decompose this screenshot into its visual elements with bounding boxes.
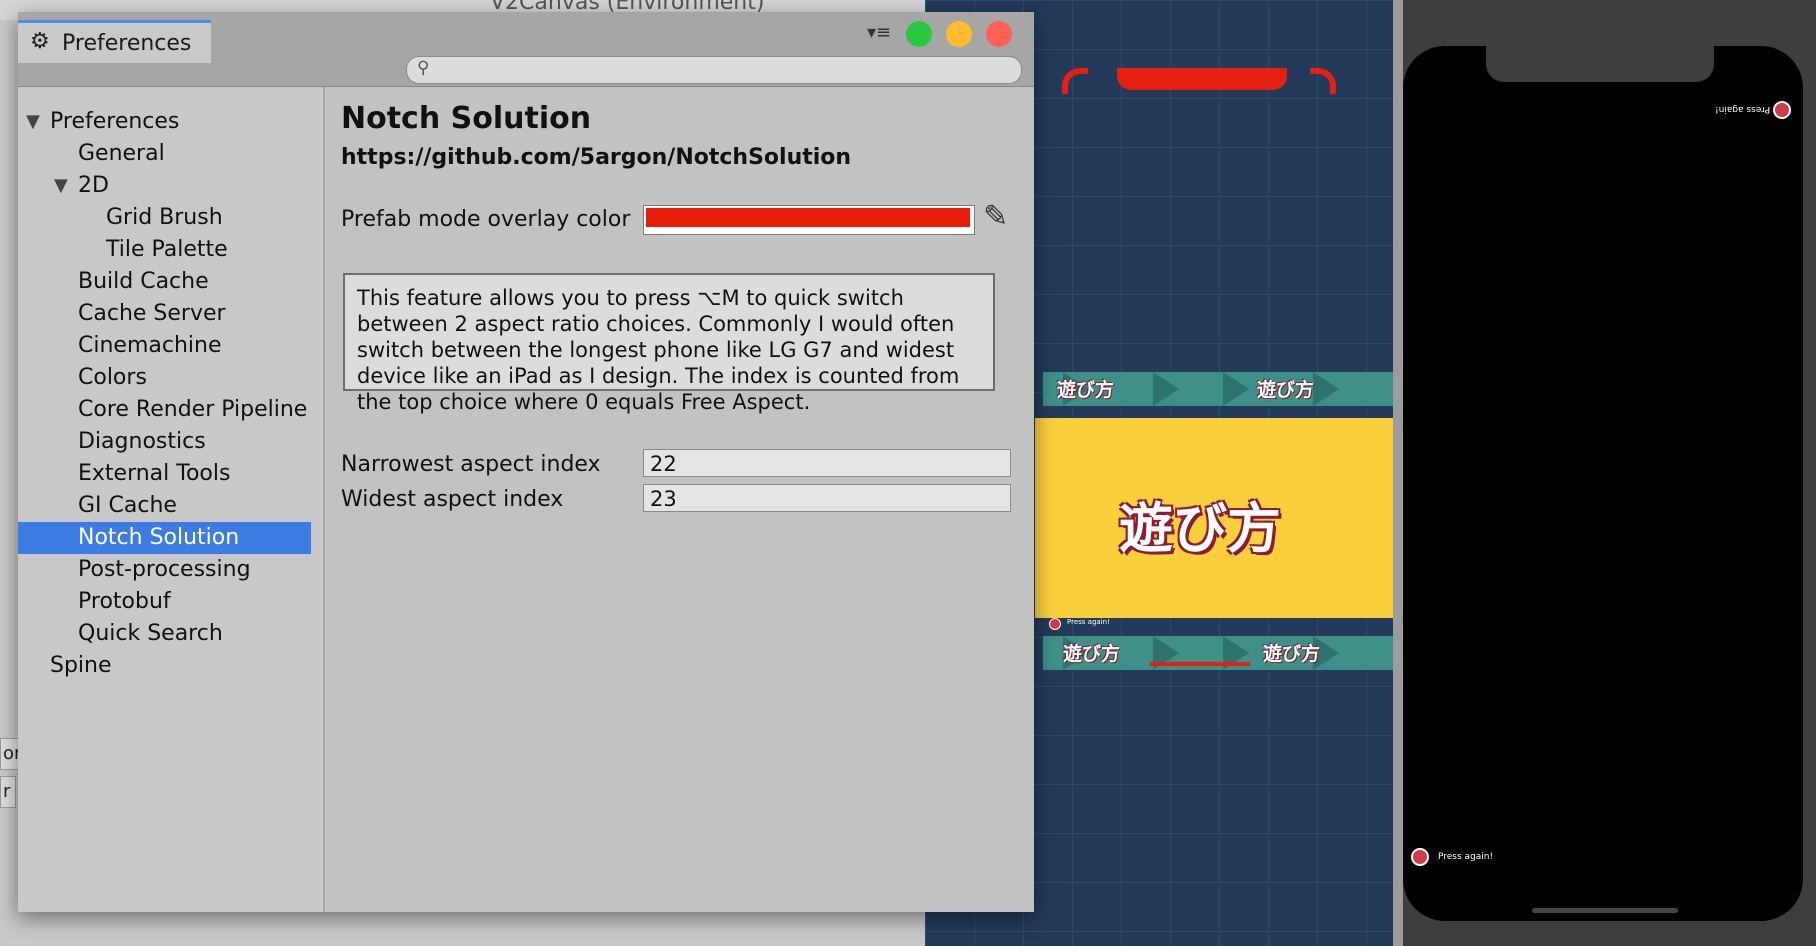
widest-index-field[interactable]: 23 [643, 484, 1011, 512]
band-label: 遊び方 [1263, 643, 1321, 665]
band-label: 遊び方 [1057, 379, 1115, 401]
sidebar-item-cinemachine[interactable]: Cinemachine [18, 330, 311, 362]
color-swatch [646, 208, 970, 227]
sidebar-item-external-tools[interactable]: External Tools [18, 458, 311, 490]
search-bar[interactable]: ⚲ [406, 56, 1022, 84]
expand-triangle-icon[interactable]: ▼ [54, 170, 68, 202]
widest-label: Widest aspect index [341, 487, 564, 512]
pause-icon [1049, 618, 1061, 630]
sidebar-item-grid-brush[interactable]: Grid Brush [18, 202, 311, 234]
expand-triangle-icon[interactable]: ▼ [26, 106, 40, 138]
panel-divider[interactable] [1393, 0, 1403, 946]
repo-link[interactable]: https://github.com/5argon/NotchSolution [341, 145, 851, 170]
preferences-window: ⚙ Preferences ▾≡ ⚲ ▼ Preferences General … [18, 12, 1034, 912]
sidebar-item-general[interactable]: General [18, 138, 311, 170]
zoom-button[interactable] [906, 21, 932, 47]
gear-icon: ⚙ [30, 29, 50, 54]
window-titlebar: ⚙ Preferences ▾≡ ⚲ [18, 12, 1034, 87]
press-again-label: Press again! [1438, 852, 1494, 862]
tab-label: Preferences [62, 31, 192, 56]
sidebar-item-gi-cache[interactable]: GI Cache [18, 490, 311, 522]
sidebar-item-tile-palette[interactable]: Tile Palette [18, 234, 311, 266]
sidebar-item-preferences[interactable]: ▼ Preferences [18, 106, 311, 138]
device-screen[interactable] [1403, 46, 1803, 921]
press-again-label: Press again! [1715, 104, 1771, 114]
sidebar-item-2d[interactable]: ▼ 2D [18, 170, 311, 202]
press-again-label: Press again! [1067, 618, 1110, 626]
header-band: 遊び方 遊び方 [1043, 372, 1393, 406]
page-title: Notch Solution [341, 101, 592, 136]
sidebar-item-core-render-pipeline[interactable]: Core Render Pipeline [18, 394, 311, 426]
sidebar-item-notch-solution[interactable]: Notch Solution [18, 522, 311, 554]
home-indicator [1532, 908, 1678, 913]
narrowest-label: Narrowest aspect index [341, 452, 601, 477]
close-button[interactable] [986, 21, 1012, 47]
menu-icon[interactable]: ▾≡ [867, 22, 891, 43]
device-notch [1486, 46, 1714, 82]
how-to-play-panel: 遊び方 Press again! [1035, 418, 1393, 630]
pause-icon[interactable] [1411, 848, 1429, 866]
pause-icon[interactable] [1773, 101, 1791, 119]
preferences-sidebar: ▼ Preferences General ▼ 2D Grid Brush Tile… [18, 87, 325, 912]
sidebar-item-spine[interactable]: Spine [18, 650, 311, 682]
panel-title: 遊び方 [1119, 497, 1281, 560]
tab-preferences[interactable]: ⚙ Preferences [18, 20, 211, 63]
sidebar-item-post-processing[interactable]: Post-processing [18, 554, 311, 586]
overlay-color-label: Prefab mode overlay color [341, 207, 631, 232]
band-label: 遊び方 [1257, 379, 1315, 401]
band-label: 遊び方 [1063, 643, 1121, 665]
feature-description: This feature allows you to press ⌥M to q… [343, 273, 995, 414]
search-input[interactable] [441, 59, 1005, 81]
eyedropper-icon[interactable]: ✎ [983, 199, 1008, 234]
notch-overlay [1117, 68, 1287, 90]
search-icon: ⚲ [417, 58, 430, 78]
sidebar-item-protobuf[interactable]: Protobuf [18, 586, 311, 618]
sidebar-item-build-cache[interactable]: Build Cache [18, 266, 311, 298]
minimize-button[interactable] [946, 21, 972, 47]
inspector-field[interactable]: r [0, 776, 16, 808]
sidebar-item-diagnostics[interactable]: Diagnostics [18, 426, 311, 458]
settings-panel: Notch Solution https://github.com/5argon… [325, 87, 1034, 912]
home-indicator-overlay [1150, 662, 1250, 666]
sidebar-item-quick-search[interactable]: Quick Search [18, 618, 311, 650]
narrowest-index-field[interactable]: 22 [643, 449, 1011, 477]
sidebar-item-colors[interactable]: Colors [18, 362, 311, 394]
sidebar-item-cache-server[interactable]: Cache Server [18, 298, 311, 330]
overlay-color-field[interactable] [643, 205, 975, 235]
